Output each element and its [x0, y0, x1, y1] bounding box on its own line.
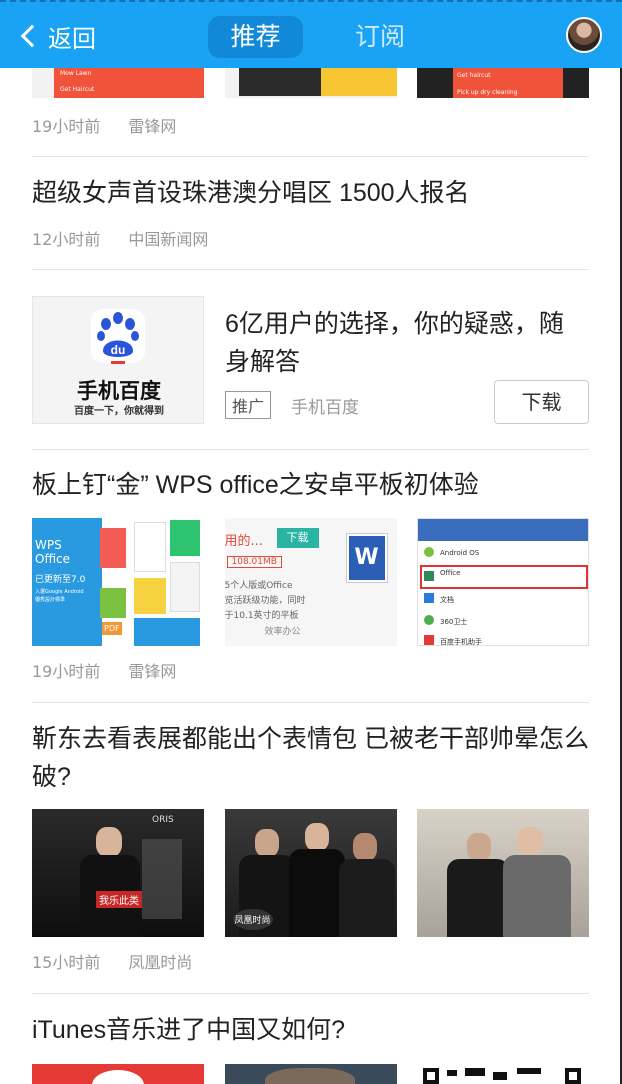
news-item-thumbnails[interactable]: Mow Lawn Get Haircut Get haircut Pick up… [32, 68, 589, 98]
thumb-text: 我乐此类 [96, 891, 142, 908]
thumb-text: 優秀設計標準 [35, 597, 66, 603]
thumb-text: 5个人版或Office [224, 581, 293, 591]
thumb-text: ORIS [152, 815, 174, 825]
download-button[interactable]: 下载 [494, 380, 589, 424]
divider [32, 449, 589, 450]
divider [32, 702, 589, 703]
thumbnail[interactable]: Get haircut Pick up dry cleaning [417, 68, 589, 98]
thumbnail[interactable]: Android OS Office 文档 360卫士 百度手机助手 [417, 518, 589, 646]
logo-badge-text: du [111, 343, 126, 357]
news-item-thumbnails: WPS Office 已更新至7.0 入選Google Android 優秀設計… [32, 518, 589, 646]
thumbnail[interactable] [417, 809, 589, 937]
news-item-thumbnails [32, 1064, 589, 1084]
news-item-thumbnails: ORIS 我乐此类 凤凰时尚 [32, 809, 589, 937]
thumbnail[interactable]: ORIS 我乐此类 [32, 809, 204, 937]
baidu-paw-icon: du [91, 309, 145, 364]
thumb-text: Office [440, 569, 461, 577]
news-source: 凤凰时尚 [128, 953, 193, 972]
news-title[interactable]: iTunes音乐进了中国又如何? [32, 1011, 345, 1049]
news-meta: 19小时前 雷锋网 [32, 658, 176, 682]
thumb-text: 入選Google Android [35, 589, 84, 595]
ad-logo-slogan: 百度一下，你就得到 [74, 406, 164, 417]
tab-subscribe[interactable]: 订阅 [336, 16, 424, 58]
thumb-text: Get haircut [457, 72, 491, 79]
divider [32, 156, 589, 157]
thumbnail[interactable]: 凤凰时尚 [224, 809, 397, 937]
news-time: 15小时前 [32, 953, 101, 972]
news-time: 19小时前 [32, 662, 101, 681]
word-icon: W [346, 534, 387, 582]
qr-code-thumbnail[interactable] [417, 1064, 589, 1084]
thumb-text: PDF [102, 622, 122, 635]
thumb-text: Android OS [440, 549, 480, 557]
divider [32, 993, 589, 994]
news-meta: 19小时前 雷锋网 [32, 113, 176, 137]
thumb-text: Get Haircut [60, 86, 95, 93]
thumbnail[interactable]: WPS Office 已更新至7.0 入選Google Android 優秀設計… [32, 518, 204, 646]
thumb-text: 凤凰时尚 [232, 909, 273, 930]
thumb-text: 已更新至7.0 [35, 575, 86, 585]
top-bar: 返回 推荐 订阅 [0, 0, 622, 68]
thumb-text: 于10.1英寸的平板 [224, 611, 299, 621]
news-title[interactable]: 超级女声首设珠港澳分唱区 1500人报名 [32, 174, 470, 212]
news-time: 19小时前 [32, 117, 101, 136]
thumb-text: 360卫士 [440, 618, 468, 626]
news-title[interactable]: 板上钉“金” WPS office之安卓平板初体验 [32, 466, 479, 504]
thumb-text: 览活跃级功能，同时 [224, 596, 306, 606]
ad-logo-name: 手机百度 [77, 379, 161, 403]
ad-title[interactable]: 6亿用户的选择，你的疑惑，随身解答 [225, 305, 585, 381]
thumb-text: 百度手机助手 [440, 638, 482, 646]
thumbnail[interactable]: Mow Lawn Get Haircut [32, 68, 204, 98]
ad-app-logo[interactable]: du 手机百度 百度一下，你就得到 [32, 296, 204, 424]
promo-badge: 推广 [225, 391, 272, 419]
thumbnail[interactable] [32, 1064, 204, 1084]
news-source: 雷锋网 [128, 117, 177, 136]
news-time: 12小时前 [32, 230, 101, 249]
thumbnail[interactable] [224, 1064, 397, 1084]
thumb-text: Office [35, 552, 71, 566]
thumb-text: 下载 [276, 528, 319, 548]
thumb-text: WPS [35, 538, 62, 552]
divider [32, 269, 589, 270]
thumb-text: Pick up dry cleaning [457, 89, 518, 96]
news-source: 雷锋网 [128, 662, 177, 681]
back-label: 返回 [48, 24, 96, 53]
avatar[interactable] [566, 17, 602, 53]
tab-recommend[interactable]: 推荐 [208, 16, 303, 58]
chevron-left-icon [20, 24, 44, 48]
news-source: 中国新闻网 [128, 230, 209, 249]
news-title[interactable]: 靳东去看表展都能出个表情包 已被老干部帅晕怎么破? [32, 720, 589, 796]
news-meta: 12小时前 中国新闻网 [32, 226, 208, 250]
thumbnail[interactable]: 用的... 下载 108.01MB 5个人版或Office 览活跃级功能，同时 … [224, 518, 397, 646]
thumbnail[interactable] [224, 68, 397, 98]
back-button[interactable]: 返回 [18, 16, 96, 56]
thumb-text: 用的... [224, 534, 263, 549]
ad-source: 手机百度 [291, 398, 359, 418]
thumb-text: 文档 [440, 596, 454, 604]
thumb-text: Mow Lawn [60, 70, 92, 77]
news-meta: 15小时前 凤凰时尚 [32, 949, 192, 973]
thumb-text: 效率办公 [264, 627, 301, 637]
thumb-text: 108.01MB [226, 556, 282, 568]
